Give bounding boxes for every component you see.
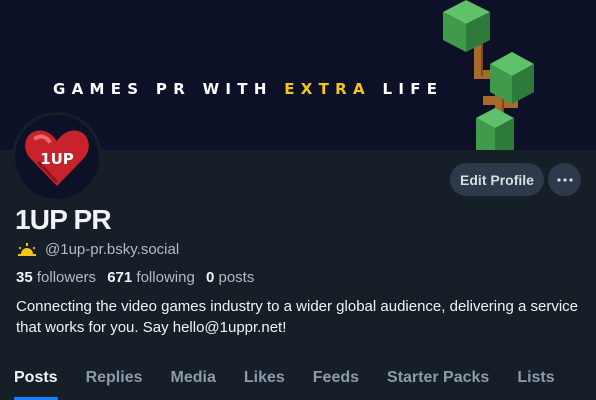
following-count: 671: [107, 269, 133, 286]
tab-label: Feeds: [312, 369, 360, 386]
posts-label: posts: [218, 269, 255, 286]
followers-count: 35: [16, 269, 33, 286]
banner-tagline-highlight: EXTRA: [284, 80, 371, 98]
avatar-logo-text: 1UP: [40, 150, 74, 168]
following-stat[interactable]: 671 following: [107, 269, 195, 286]
tab-likes[interactable]: Likes: [230, 367, 299, 389]
tab-label: Likes: [243, 369, 285, 386]
tab-label: Media: [170, 369, 216, 386]
more-options-button[interactable]: [548, 163, 581, 196]
profile-handle[interactable]: @1up-pr.bsky.social: [45, 241, 179, 258]
tab-posts[interactable]: Posts: [0, 367, 72, 400]
tab-feeds[interactable]: Feeds: [299, 367, 373, 389]
followers-stat[interactable]: 35 followers: [16, 269, 96, 286]
tab-lists[interactable]: Lists: [503, 367, 568, 389]
tab-label: Replies: [85, 369, 143, 386]
profile-bio: Connecting the video games industry to a…: [16, 298, 578, 336]
banner-tagline: GAMES PR WITH EXTRA LIFE: [53, 80, 443, 98]
profile-stats: 35 followers 671 following 0 posts: [16, 269, 261, 286]
banner-tagline-end: LIFE: [370, 80, 444, 98]
edit-profile-button[interactable]: Edit Profile: [450, 163, 544, 196]
tab-label: Posts: [14, 369, 58, 386]
heart-logo-icon: 1UP: [25, 130, 89, 186]
tab-label: Starter Packs: [387, 369, 490, 386]
sunrise-icon: [18, 242, 36, 256]
avatar[interactable]: 1UP: [12, 112, 102, 202]
handle-row: @1up-pr.bsky.social: [17, 241, 179, 258]
banner-tagline-start: GAMES PR WITH: [53, 80, 285, 98]
followers-label: followers: [36, 269, 97, 286]
tab-replies[interactable]: Replies: [72, 367, 157, 389]
display-name: 1UP PR: [15, 204, 112, 235]
profile-tabs: Posts Replies Media Likes Feeds Starter …: [0, 367, 569, 400]
tab-label: Lists: [517, 369, 555, 386]
more-horizontal-icon: [556, 177, 573, 182]
tab-media[interactable]: Media: [157, 367, 230, 389]
posts-stat: 0 posts: [206, 269, 254, 286]
tab-starter-packs[interactable]: Starter Packs: [373, 367, 503, 389]
posts-count: 0: [205, 269, 215, 286]
following-label: following: [136, 269, 195, 286]
